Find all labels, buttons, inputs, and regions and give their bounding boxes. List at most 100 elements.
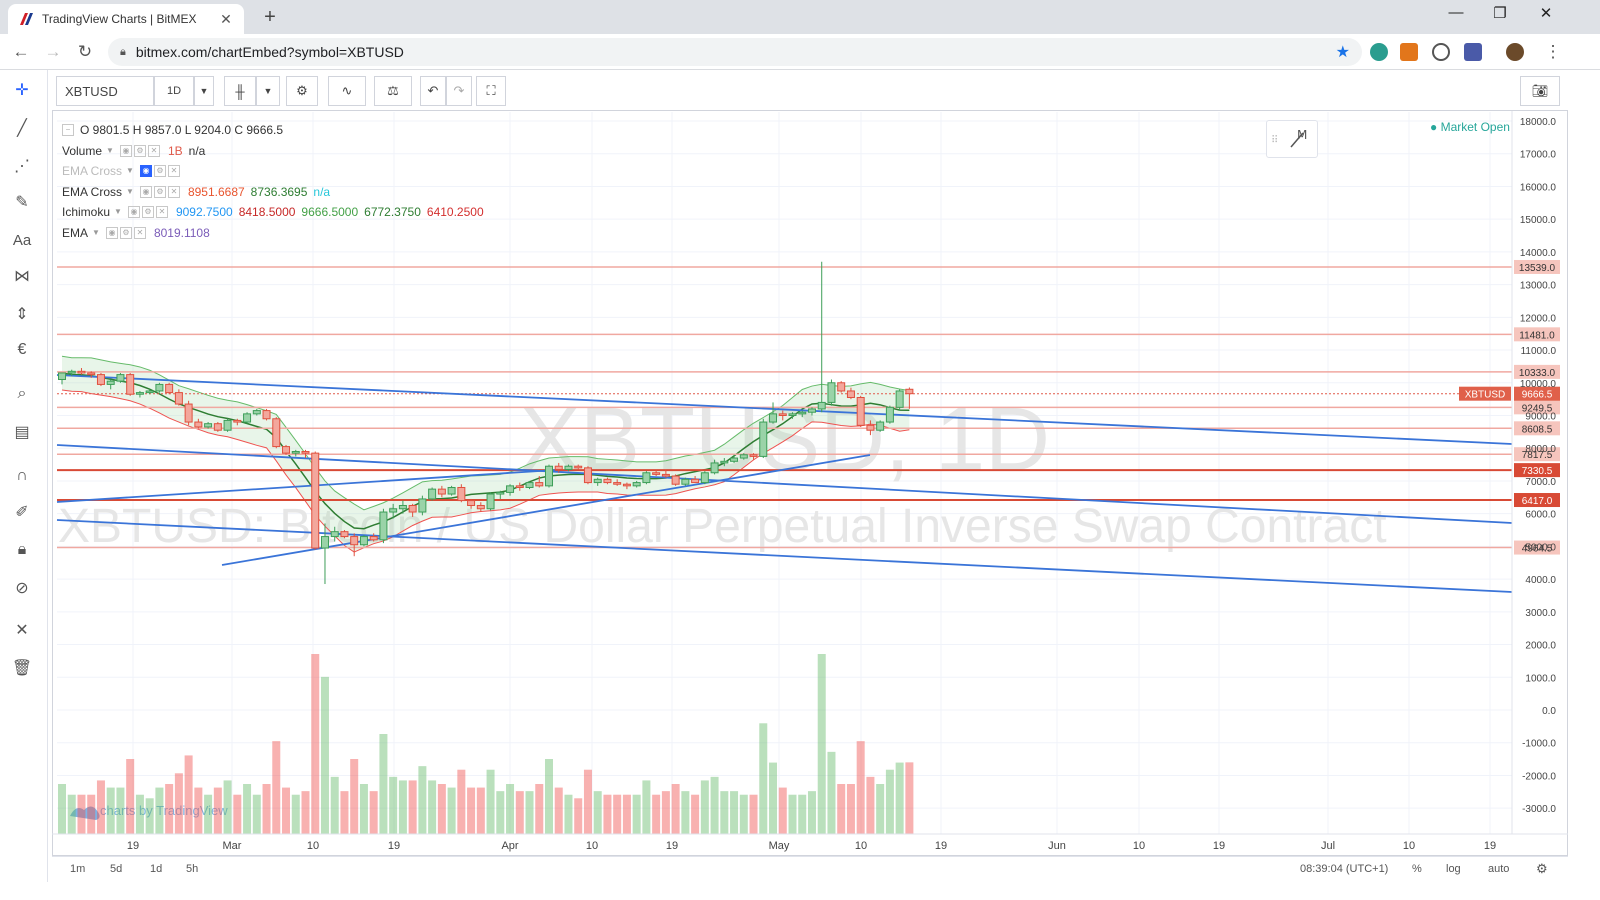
- back-icon[interactable]: ←: [8, 40, 34, 64]
- new-tab-icon[interactable]: +: [258, 6, 282, 29]
- range-5h[interactable]: 5h: [186, 863, 198, 875]
- symbol-search[interactable]: XBTUSD: [56, 76, 154, 106]
- tab-title: TradingView Charts | BitMEX: [42, 12, 197, 26]
- tradingview-favicon-icon: [18, 11, 34, 27]
- caret-icon[interactable]: ▼: [126, 182, 134, 203]
- extension-icon[interactable]: [1464, 43, 1482, 61]
- brush-icon[interactable]: ✎: [8, 188, 36, 216]
- settings-icon[interactable]: ⚙: [153, 185, 166, 198]
- eye-icon[interactable]: ◉: [127, 206, 140, 219]
- lock-icon[interactable]: 🔒︎: [8, 536, 36, 564]
- remove-icon[interactable]: ✕: [155, 206, 168, 219]
- eye-icon[interactable]: ◉: [105, 226, 118, 239]
- range-1m[interactable]: 1m: [70, 863, 85, 875]
- interval-label: 1D: [166, 85, 182, 97]
- tools-icon[interactable]: ✕: [8, 616, 36, 644]
- forward-icon[interactable]: →: [40, 40, 66, 64]
- collapse-icon[interactable]: −: [62, 124, 74, 137]
- bookmark-star-icon[interactable]: ★: [1336, 42, 1350, 62]
- clock: 08:39:04 (UTC+1): [1300, 863, 1389, 875]
- remove-icon[interactable]: ✕: [167, 185, 180, 198]
- metamask-icon[interactable]: [1400, 43, 1418, 61]
- play-extension-icon[interactable]: [1432, 43, 1450, 61]
- menu-icon[interactable]: ⋮: [1540, 40, 1566, 64]
- euro-icon[interactable]: €: [8, 336, 36, 364]
- ema-cross-value-3: n/a: [313, 184, 331, 199]
- hide-icon[interactable]: ⊘: [8, 574, 36, 602]
- settings-icon[interactable]: ⚙: [141, 206, 154, 219]
- caret-icon[interactable]: ▼: [114, 202, 122, 223]
- indicators-icon[interactable]: ∿: [328, 76, 366, 106]
- candles-icon[interactable]: ╫: [224, 76, 256, 106]
- redo-icon[interactable]: ↷: [446, 76, 472, 106]
- extension-icon[interactable]: [1370, 43, 1388, 61]
- ema-value: 8019.1108: [153, 225, 210, 240]
- percent-toggle[interactable]: %: [1412, 863, 1422, 875]
- text-icon[interactable]: Aa: [8, 226, 36, 254]
- interval-dropdown-icon[interactable]: ▼: [194, 76, 214, 106]
- svg-text:M: M: [1297, 128, 1307, 142]
- caret-icon[interactable]: ▼: [126, 161, 134, 182]
- drawing-favorites-button[interactable]: ⠿ M: [1266, 120, 1318, 158]
- market-status-text: Market Open: [1440, 120, 1510, 134]
- camera-icon[interactable]: 📷︎: [1520, 76, 1560, 106]
- settings-icon[interactable]: ⚙: [133, 144, 146, 157]
- ema-cross-hidden-row[interactable]: EMA Cross ▼ ◉ ⚙ ✕: [62, 161, 484, 182]
- interval-button[interactable]: 1D: [154, 76, 194, 106]
- settings-icon[interactable]: ⚙: [286, 76, 318, 106]
- log-toggle[interactable]: log: [1446, 863, 1461, 875]
- ohlc-row: − O 9801.5 H 9857.0 L 9204.0 C 9666.5: [62, 120, 484, 141]
- restore-icon[interactable]: ❐: [1480, 4, 1520, 22]
- symbol-label: XBTUSD: [65, 83, 118, 99]
- eye-off-icon[interactable]: ◉: [139, 165, 152, 178]
- fullscreen-icon[interactable]: ⛶: [476, 76, 506, 106]
- caret-icon[interactable]: ▼: [92, 223, 100, 244]
- ohlc-values: O 9801.5 H 9857.0 L 9204.0 C 9666.5: [80, 123, 284, 137]
- ema-row[interactable]: EMA ▼ ◉ ⚙ ✕ 8019.1108: [62, 223, 484, 244]
- settings-icon[interactable]: ⚙: [153, 165, 166, 178]
- minimize-icon[interactable]: —: [1436, 4, 1476, 21]
- svg-text:⠿: ⠿: [1271, 135, 1278, 146]
- settings-icon[interactable]: ⚙: [119, 226, 132, 239]
- ichimoku-value-2: 8418.5000: [238, 205, 296, 219]
- reload-icon[interactable]: ↻: [72, 40, 98, 64]
- ichimoku-row[interactable]: Ichimoku ▼ ◉ ⚙ ✕ 9092.7500 8418.5000 9666.…: [62, 202, 484, 223]
- range-1d[interactable]: 1d: [150, 863, 162, 875]
- url-field[interactable]: 🔒︎ bitmex.com/chartEmbed?symbol=XBTUSD ★: [108, 38, 1362, 66]
- eye-icon[interactable]: ◉: [139, 185, 152, 198]
- zoom-icon[interactable]: ⌕: [8, 380, 36, 408]
- trendline-icon[interactable]: ╱: [8, 114, 36, 142]
- chart-type-dropdown-icon[interactable]: ▼: [256, 76, 280, 106]
- crosshair-icon[interactable]: ✛: [8, 76, 36, 104]
- magnet-icon[interactable]: ∩: [8, 462, 36, 490]
- browser-tab[interactable]: TradingView Charts | BitMEX ✕: [8, 4, 244, 34]
- ema-cross-value-2: 8736.3695: [250, 184, 308, 199]
- eye-icon[interactable]: ◉: [119, 144, 132, 157]
- remove-icon[interactable]: ✕: [147, 144, 160, 157]
- ema-cross-hidden-name: EMA Cross: [62, 164, 123, 178]
- remove-icon[interactable]: ✕: [167, 165, 180, 178]
- status-strip: [0, 882, 1600, 900]
- address-bar: ← → ↻ 🔒︎ bitmex.com/chartEmbed?symbol=XB…: [0, 34, 1600, 70]
- settings-icon[interactable]: ⚙: [1536, 861, 1548, 877]
- ichimoku-name: Ichimoku: [62, 205, 111, 219]
- remove-icon[interactable]: ✕: [133, 226, 146, 239]
- ichimoku-value-1: 9092.7500: [175, 205, 233, 219]
- volume-row[interactable]: Volume ▼ ◉ ⚙ ✕ 1B n/a: [62, 141, 484, 162]
- lock-icon: 🔒︎: [120, 45, 126, 58]
- tab-close-icon[interactable]: ✕: [218, 11, 234, 28]
- ruler-icon[interactable]: ▤: [8, 418, 36, 446]
- compare-icon[interactable]: ⚖: [374, 76, 412, 106]
- caret-icon[interactable]: ▼: [106, 141, 114, 162]
- ema-cross-row[interactable]: EMA Cross ▼ ◉ ⚙ ✕ 8951.6687 8736.3695 n/a: [62, 182, 484, 203]
- fib-icon[interactable]: ⋰: [8, 152, 36, 180]
- trash-icon[interactable]: 🗑︎: [8, 654, 36, 682]
- undo-icon[interactable]: ↶: [420, 76, 446, 106]
- pencil-lock-icon[interactable]: ✐: [8, 498, 36, 526]
- measure-icon[interactable]: ⇕: [8, 300, 36, 328]
- close-window-icon[interactable]: ✕: [1526, 4, 1566, 22]
- range-5d[interactable]: 5d: [110, 863, 122, 875]
- auto-toggle[interactable]: auto: [1488, 863, 1509, 875]
- pattern-icon[interactable]: ⋈: [8, 262, 36, 290]
- profile-avatar[interactable]: [1506, 43, 1524, 61]
